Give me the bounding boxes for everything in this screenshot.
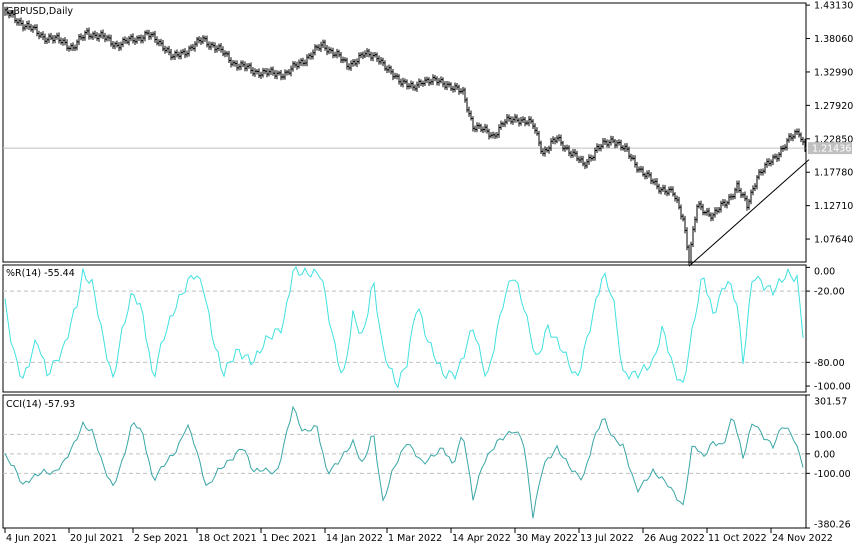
axis-tick-label: 0.00 — [814, 267, 835, 278]
panel-frame-2 — [2, 394, 807, 529]
axis-tick-label: -20.00 — [814, 287, 845, 298]
main-chart-title: GBPUSD,Daily — [6, 6, 73, 17]
axis-tick-label: -100.00 — [814, 382, 851, 393]
date-tick-label: 4 Jun 2021 — [6, 533, 57, 544]
axis-tick-label: 100.00 — [814, 430, 847, 441]
price-tick-label: 1.38060 — [814, 34, 853, 45]
date-tick-label: 30 May 2022 — [516, 533, 578, 544]
date-tick-label: 1 Dec 2021 — [262, 533, 317, 544]
price-tick-label: 1.07640 — [814, 235, 853, 246]
date-tick-label: 1 Mar 2022 — [388, 533, 442, 544]
axis-tick-label: 0.00 — [814, 449, 835, 460]
cci-title: CCI(14) -57.93 — [6, 399, 75, 410]
date-tick-label: 26 Aug 2022 — [644, 533, 705, 544]
axis-tick-label: -80.00 — [814, 358, 845, 369]
price-tick-label: 1.43130 — [814, 1, 853, 12]
date-tick-label: 18 Oct 2021 — [198, 533, 257, 544]
axis-tick-label: 301.57 — [814, 397, 847, 408]
date-tick-label: 14 Apr 2022 — [452, 533, 511, 544]
price-tick-label: 1.27920 — [814, 101, 853, 112]
date-tick-label: 13 Jul 2022 — [580, 533, 634, 544]
williams-r-title: %R(14) -55.44 — [6, 268, 75, 279]
current-price-label: 1.21436 — [812, 144, 851, 155]
price-tick-label: 1.32990 — [814, 67, 853, 78]
axis-tick-label: -100.00 — [814, 469, 851, 480]
date-tick-label: 14 Jan 2022 — [326, 533, 383, 544]
date-tick-label: 11 Oct 2022 — [708, 533, 767, 544]
date-tick-label: 24 Nov 2022 — [772, 533, 833, 544]
date-tick-label: 20 Jul 2021 — [70, 533, 124, 544]
price-tick-label: 1.17780 — [814, 168, 853, 179]
chart-canvas[interactable]: 1.431301.380601.329901.279201.228501.177… — [0, 0, 860, 550]
axis-tick-label: -380.26 — [814, 520, 851, 531]
price-tick-label: 1.12710 — [814, 201, 853, 212]
date-tick-label: 2 Sep 2021 — [134, 533, 188, 544]
